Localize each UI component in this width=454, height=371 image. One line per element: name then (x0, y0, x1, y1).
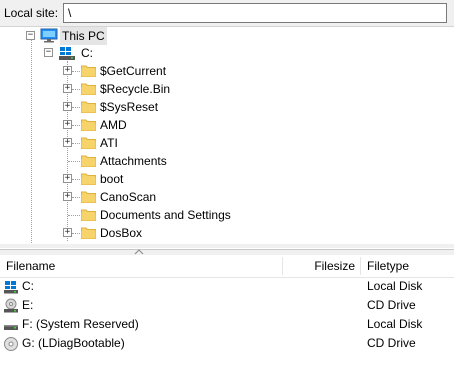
folder-icon (81, 227, 96, 239)
tree-scrollbar[interactable] (0, 244, 454, 248)
expand-toggle[interactable]: + (63, 192, 72, 201)
table-row[interactable]: F: (System Reserved) Local Disk (0, 315, 454, 334)
folder-icon (81, 209, 96, 221)
tree-item-label: Documents and Settings (100, 208, 231, 222)
tree-guide-line (72, 197, 80, 198)
expand-toggle[interactable]: + (63, 84, 72, 93)
expand-toggle[interactable]: + (63, 66, 72, 75)
folder-icon (81, 65, 96, 77)
folder-icon (81, 173, 96, 185)
column-header-filename[interactable]: Filename (0, 255, 282, 277)
folder-icon (81, 191, 96, 203)
tree-item-folder[interactable]: + $Recycle.Bin (0, 80, 454, 98)
tree-item-this-pc[interactable]: − This PC (0, 27, 454, 45)
tree-item-folder[interactable]: + DosBox (0, 224, 454, 242)
tree-guide-line (72, 89, 80, 90)
expand-toggle[interactable]: + (63, 120, 72, 129)
expand-toggle[interactable]: + (63, 228, 72, 237)
tree-item-label: $SysReset (100, 100, 159, 114)
column-header-filesize[interactable]: Filesize (282, 255, 360, 277)
folder-icon (81, 137, 96, 149)
tree-item-folder[interactable]: + $SysReset (0, 98, 454, 116)
tree-guide-line (72, 71, 80, 72)
tree-item-folder[interactable]: Attachments (0, 152, 454, 170)
local-disk-icon (4, 325, 18, 330)
file-name: G: (LDiagBootable) (22, 336, 125, 350)
tree-guide-line (68, 215, 80, 216)
local-disk-windows-icon (4, 281, 18, 294)
expand-toggle[interactable]: + (63, 102, 72, 111)
table-row[interactable]: E: CD Drive (0, 296, 454, 315)
tree-item-folder[interactable]: + $GetCurrent (0, 62, 454, 80)
tree-item-folder[interactable]: + CanoScan (0, 188, 454, 206)
folder-icon (81, 119, 96, 131)
local-site-bar: Local site: (0, 0, 454, 27)
file-name: E: (22, 298, 34, 312)
tree-guide-line (72, 233, 80, 234)
file-name: F: (System Reserved) (22, 317, 139, 331)
table-row[interactable]: G: (LDiagBootable) CD Drive (0, 334, 454, 353)
tree-item-label: $Recycle.Bin (100, 82, 171, 96)
file-type: Local Disk (367, 317, 423, 331)
table-row[interactable]: C: Local Disk (0, 277, 454, 296)
tree-item-label: DosBox (100, 226, 143, 240)
tree-guide-line (72, 179, 80, 180)
file-type: Local Disk (367, 279, 423, 293)
folder-icon (81, 155, 96, 167)
local-disk-windows-icon (59, 47, 75, 60)
tree-guide-line (68, 161, 80, 162)
file-type: CD Drive (367, 336, 416, 350)
tree-item-label: AMD (100, 118, 127, 132)
tree-item-label: ATI (100, 136, 118, 150)
tree-item-folder[interactable]: Documents and Settings (0, 206, 454, 224)
tree-item-label: CanoScan (100, 190, 157, 204)
column-label: Filename (6, 259, 56, 273)
tree-item-label: $GetCurrent (100, 64, 167, 78)
file-name: C: (22, 279, 34, 293)
column-header-filetype[interactable]: Filetype (361, 255, 454, 277)
file-type: CD Drive (367, 298, 416, 312)
tree-guide-line (72, 143, 80, 144)
tree-guide-line (72, 125, 80, 126)
collapse-toggle[interactable]: − (44, 48, 53, 57)
local-site-path-input[interactable] (63, 3, 447, 23)
cd-disc-icon (4, 337, 18, 351)
tree-item-label: C: (81, 46, 93, 60)
folder-icon (81, 101, 96, 113)
tree-item-folder[interactable]: + boot (0, 170, 454, 188)
file-list-header: Filename Filesize Filetype (0, 255, 454, 278)
cd-drive-icon (4, 298, 18, 313)
collapse-toggle[interactable]: − (26, 31, 35, 40)
tree-item-folder[interactable]: + AMD (0, 116, 454, 134)
local-directory-tree[interactable]: − This PC − C: + $GetCurrent + $Recycle.Bin… (0, 27, 454, 245)
expand-toggle[interactable]: + (63, 174, 72, 183)
local-site-label: Local site: (4, 6, 59, 20)
tree-item-drive-c[interactable]: − C: (0, 44, 454, 62)
folder-icon (81, 83, 96, 95)
tree-guide-line (72, 107, 80, 108)
column-label: Filetype (367, 259, 410, 273)
column-label: Filesize (314, 259, 355, 273)
tree-item-label: Attachments (100, 154, 167, 168)
tree-item-folder[interactable]: + ATI (0, 134, 454, 152)
tree-item-label: boot (100, 172, 124, 186)
tree-item-label: This PC (60, 27, 107, 45)
expand-toggle[interactable]: + (63, 138, 72, 147)
computer-icon (40, 28, 58, 43)
